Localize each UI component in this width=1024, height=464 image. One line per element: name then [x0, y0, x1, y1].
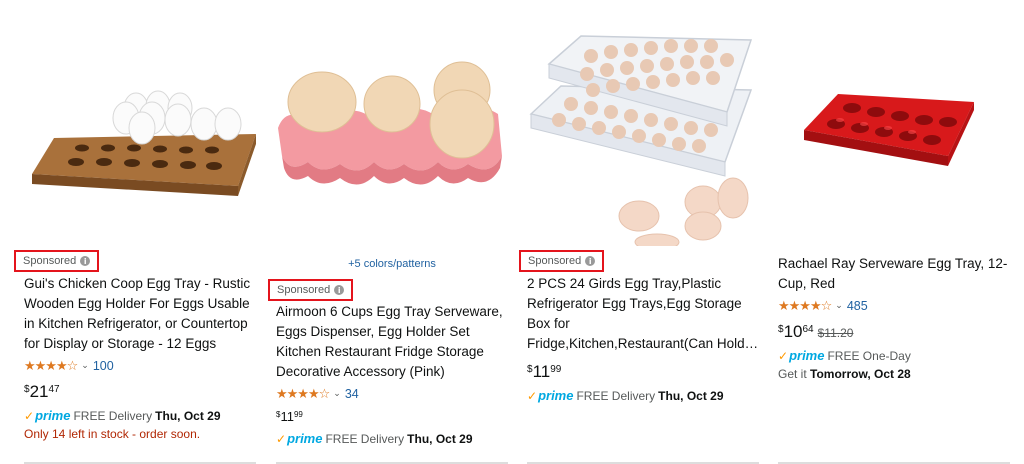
price-fraction: 47 [48, 384, 60, 395]
product-card: Sponsored i Gui's Chicken Coop Egg Tray … [14, 0, 256, 464]
sponsored-text: Sponsored [528, 255, 582, 267]
prime-badge: ✓ prime [276, 431, 323, 446]
delivery-estimate: Get it Tomorrow, Oct 28 [778, 367, 911, 381]
rating[interactable]: ★★★★☆ ⌄ 100 [24, 358, 114, 374]
delivery-info: ✓ prime FREE Delivery Thu, Oct 29 [24, 408, 221, 423]
sponsored-label[interactable]: Sponsored i [14, 250, 100, 272]
info-icon[interactable]: i [334, 285, 345, 295]
product-image [804, 94, 974, 166]
sponsored-label[interactable]: Sponsored i [519, 250, 605, 272]
price-whole: 10 [783, 322, 803, 341]
chevron-down-icon[interactable]: ⌄ [835, 301, 843, 311]
check-icon: ✓ [24, 408, 35, 423]
star-rating-icon: ★★★★☆ [276, 386, 330, 402]
sponsored-label[interactable]: Sponsored i [268, 279, 354, 301]
price-fraction: 99 [550, 364, 562, 375]
price-whole: 11 [532, 362, 551, 381]
product-title[interactable]: Rachael Ray Serveware Egg Tray, 12-Cup, … [778, 254, 1010, 294]
delivery-info: ✓ prime FREE Delivery Thu, Oct 29 [276, 431, 473, 446]
delivery-date: Thu, Oct 29 [155, 408, 221, 423]
rating[interactable]: ★★★★☆ ⌄ 34 [276, 386, 359, 402]
delivery-info: ✓ prime FREE One-Day [778, 348, 911, 363]
product-title[interactable]: 2 PCS 24 Girds Egg Tray,Plastic Refriger… [527, 274, 759, 354]
product-image [278, 61, 502, 185]
price-fraction: 99 [293, 410, 303, 419]
product-image-link[interactable] [527, 14, 759, 248]
rating[interactable]: ★★★★☆ ⌄ 485 [778, 298, 868, 314]
price[interactable]: $ 11 99 [276, 409, 303, 425]
product-image-link[interactable] [778, 18, 1010, 244]
delivery-prefix: FREE Delivery [325, 431, 405, 446]
review-count[interactable]: 100 [93, 359, 114, 373]
star-rating-icon: ★★★★☆ [778, 298, 832, 314]
info-icon[interactable]: i [585, 256, 596, 266]
prime-badge: ✓ prime [527, 388, 574, 403]
check-icon: ✓ [276, 431, 287, 446]
review-count[interactable]: 34 [345, 387, 359, 401]
getit-prefix: Get it [778, 367, 807, 381]
getit-date: Tomorrow, Oct 28 [810, 367, 911, 381]
chevron-down-icon[interactable]: ⌄ [333, 389, 341, 399]
colors-patterns-link[interactable]: +5 colors/patterns [276, 258, 508, 270]
product-card: Sponsored i 2 PCS 24 Girds Egg Tray,Plas… [519, 0, 759, 464]
product-image-link[interactable] [24, 18, 256, 244]
delivery-info: ✓ prime FREE Delivery Thu, Oct 29 [527, 388, 724, 403]
stock-warning: Only 14 left in stock - order soon. [24, 427, 201, 441]
price-whole: 21 [29, 382, 49, 401]
product-card: Rachael Ray Serveware Egg Tray, 12-Cup, … [778, 0, 1010, 464]
product-image [529, 35, 753, 246]
delivery-prefix: FREE Delivery [576, 388, 656, 403]
delivery-date: Thu, Oct 29 [407, 431, 473, 446]
check-icon: ✓ [778, 348, 789, 363]
price-whole: 11 [280, 409, 294, 424]
delivery-date: Thu, Oct 29 [658, 388, 724, 403]
product-image-link[interactable] [276, 18, 508, 244]
price-fraction: 64 [802, 324, 814, 335]
product-card: +5 colors/patterns Sponsored i Airmoon 6… [268, 0, 508, 464]
prime-badge: ✓ prime [778, 348, 825, 363]
delivery-prefix: FREE Delivery [73, 408, 153, 423]
info-icon[interactable]: i [80, 256, 91, 266]
list-price[interactable]: $11.20 [818, 326, 854, 340]
price[interactable]: $ 21 47 [24, 382, 60, 402]
chevron-down-icon[interactable]: ⌄ [81, 361, 89, 371]
check-icon: ✓ [527, 388, 538, 403]
price[interactable]: $ 10 64 $11.20 [778, 322, 853, 342]
review-count[interactable]: 485 [847, 299, 868, 313]
sponsored-text: Sponsored [23, 255, 77, 267]
prime-badge: ✓ prime [24, 408, 71, 423]
delivery-prefix: FREE One-Day [827, 348, 911, 363]
product-title[interactable]: Airmoon 6 Cups Egg Tray Serveware, Eggs … [276, 302, 508, 382]
sponsored-text: Sponsored [277, 284, 331, 296]
product-image [32, 90, 256, 196]
product-title[interactable]: Gui's Chicken Coop Egg Tray - Rustic Woo… [24, 274, 256, 354]
price[interactable]: $ 11 99 [527, 362, 561, 382]
star-rating-icon: ★★★★☆ [24, 358, 78, 374]
